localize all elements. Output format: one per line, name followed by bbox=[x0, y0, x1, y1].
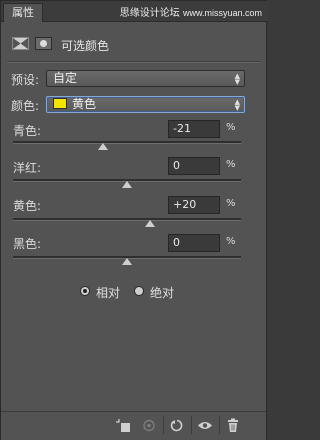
cyan-slider-thumb[interactable] bbox=[98, 143, 109, 150]
watermark-site: www.missyuan.com bbox=[182, 8, 262, 18]
select-arrows-icon: ▲ ▼ bbox=[234, 72, 240, 86]
magenta-label: 洋红: bbox=[13, 161, 42, 175]
black-input[interactable]: 0 bbox=[168, 234, 220, 252]
preset-label: 预设: bbox=[11, 73, 40, 87]
clip-to-layer-icon[interactable] bbox=[115, 418, 131, 433]
relative-radio[interactable] bbox=[80, 286, 90, 296]
panel-title: 可选颜色 bbox=[61, 39, 110, 53]
watermark: 思缘设计论坛 www.missyuan.com bbox=[120, 4, 262, 19]
color-select[interactable]: 黄色 ▲ ▼ bbox=[46, 96, 245, 113]
absolute-label[interactable]: 绝对 bbox=[150, 284, 174, 301]
layer-mask-icon[interactable] bbox=[35, 37, 52, 50]
preset-select[interactable]: 自定 ▲ ▼ bbox=[46, 70, 245, 87]
relative-label[interactable]: 相对 bbox=[96, 284, 120, 301]
cyan-label: 青色: bbox=[13, 124, 42, 138]
yellow-input[interactable]: +20 bbox=[168, 196, 220, 214]
color-value: 黄色 bbox=[72, 97, 97, 111]
adjustment-icon[interactable] bbox=[12, 37, 29, 50]
absolute-radio[interactable] bbox=[134, 286, 144, 296]
yellow-label: 黄色: bbox=[13, 199, 42, 213]
magenta-unit: % bbox=[226, 159, 236, 170]
cyan-track[interactable] bbox=[13, 141, 241, 144]
toolbar-divider bbox=[191, 416, 192, 434]
select-arrows-icon: ▲ ▼ bbox=[234, 98, 240, 112]
toolbar-divider bbox=[163, 416, 164, 434]
cyan-input[interactable]: -21 bbox=[168, 120, 220, 138]
magenta-input[interactable]: 0 bbox=[168, 157, 220, 175]
cyan-unit: % bbox=[226, 122, 236, 133]
watermark-cn: 思缘设计论坛 bbox=[119, 8, 180, 19]
preset-value: 自定 bbox=[53, 71, 78, 85]
magenta-slider-thumb[interactable] bbox=[122, 181, 132, 188]
reset-icon[interactable] bbox=[169, 418, 185, 433]
panel-header: 可选颜色 bbox=[1, 29, 266, 59]
yellow-unit: % bbox=[226, 198, 236, 209]
black-slider-thumb[interactable] bbox=[122, 258, 132, 265]
bottom-toolbar bbox=[1, 411, 266, 440]
color-label: 颜色: bbox=[11, 99, 40, 113]
black-unit: % bbox=[226, 236, 236, 247]
yellow-track[interactable] bbox=[13, 218, 241, 221]
toolbar-divider bbox=[219, 416, 220, 434]
black-label: 黑色: bbox=[13, 237, 42, 251]
properties-panel: 属性 思缘设计论坛 www.missyuan.com 可选颜色 预设: 自定 ▲… bbox=[0, 0, 268, 440]
yellow-swatch-icon bbox=[53, 98, 67, 109]
divider bbox=[7, 61, 260, 63]
tab-bar: 属性 思缘设计论坛 www.missyuan.com bbox=[1, 1, 268, 22]
trash-icon[interactable] bbox=[225, 418, 241, 433]
tab-properties[interactable]: 属性 bbox=[3, 3, 43, 22]
visibility-icon[interactable] bbox=[197, 418, 213, 433]
view-previous-icon[interactable] bbox=[141, 418, 157, 433]
yellow-slider-thumb[interactable] bbox=[144, 220, 155, 227]
